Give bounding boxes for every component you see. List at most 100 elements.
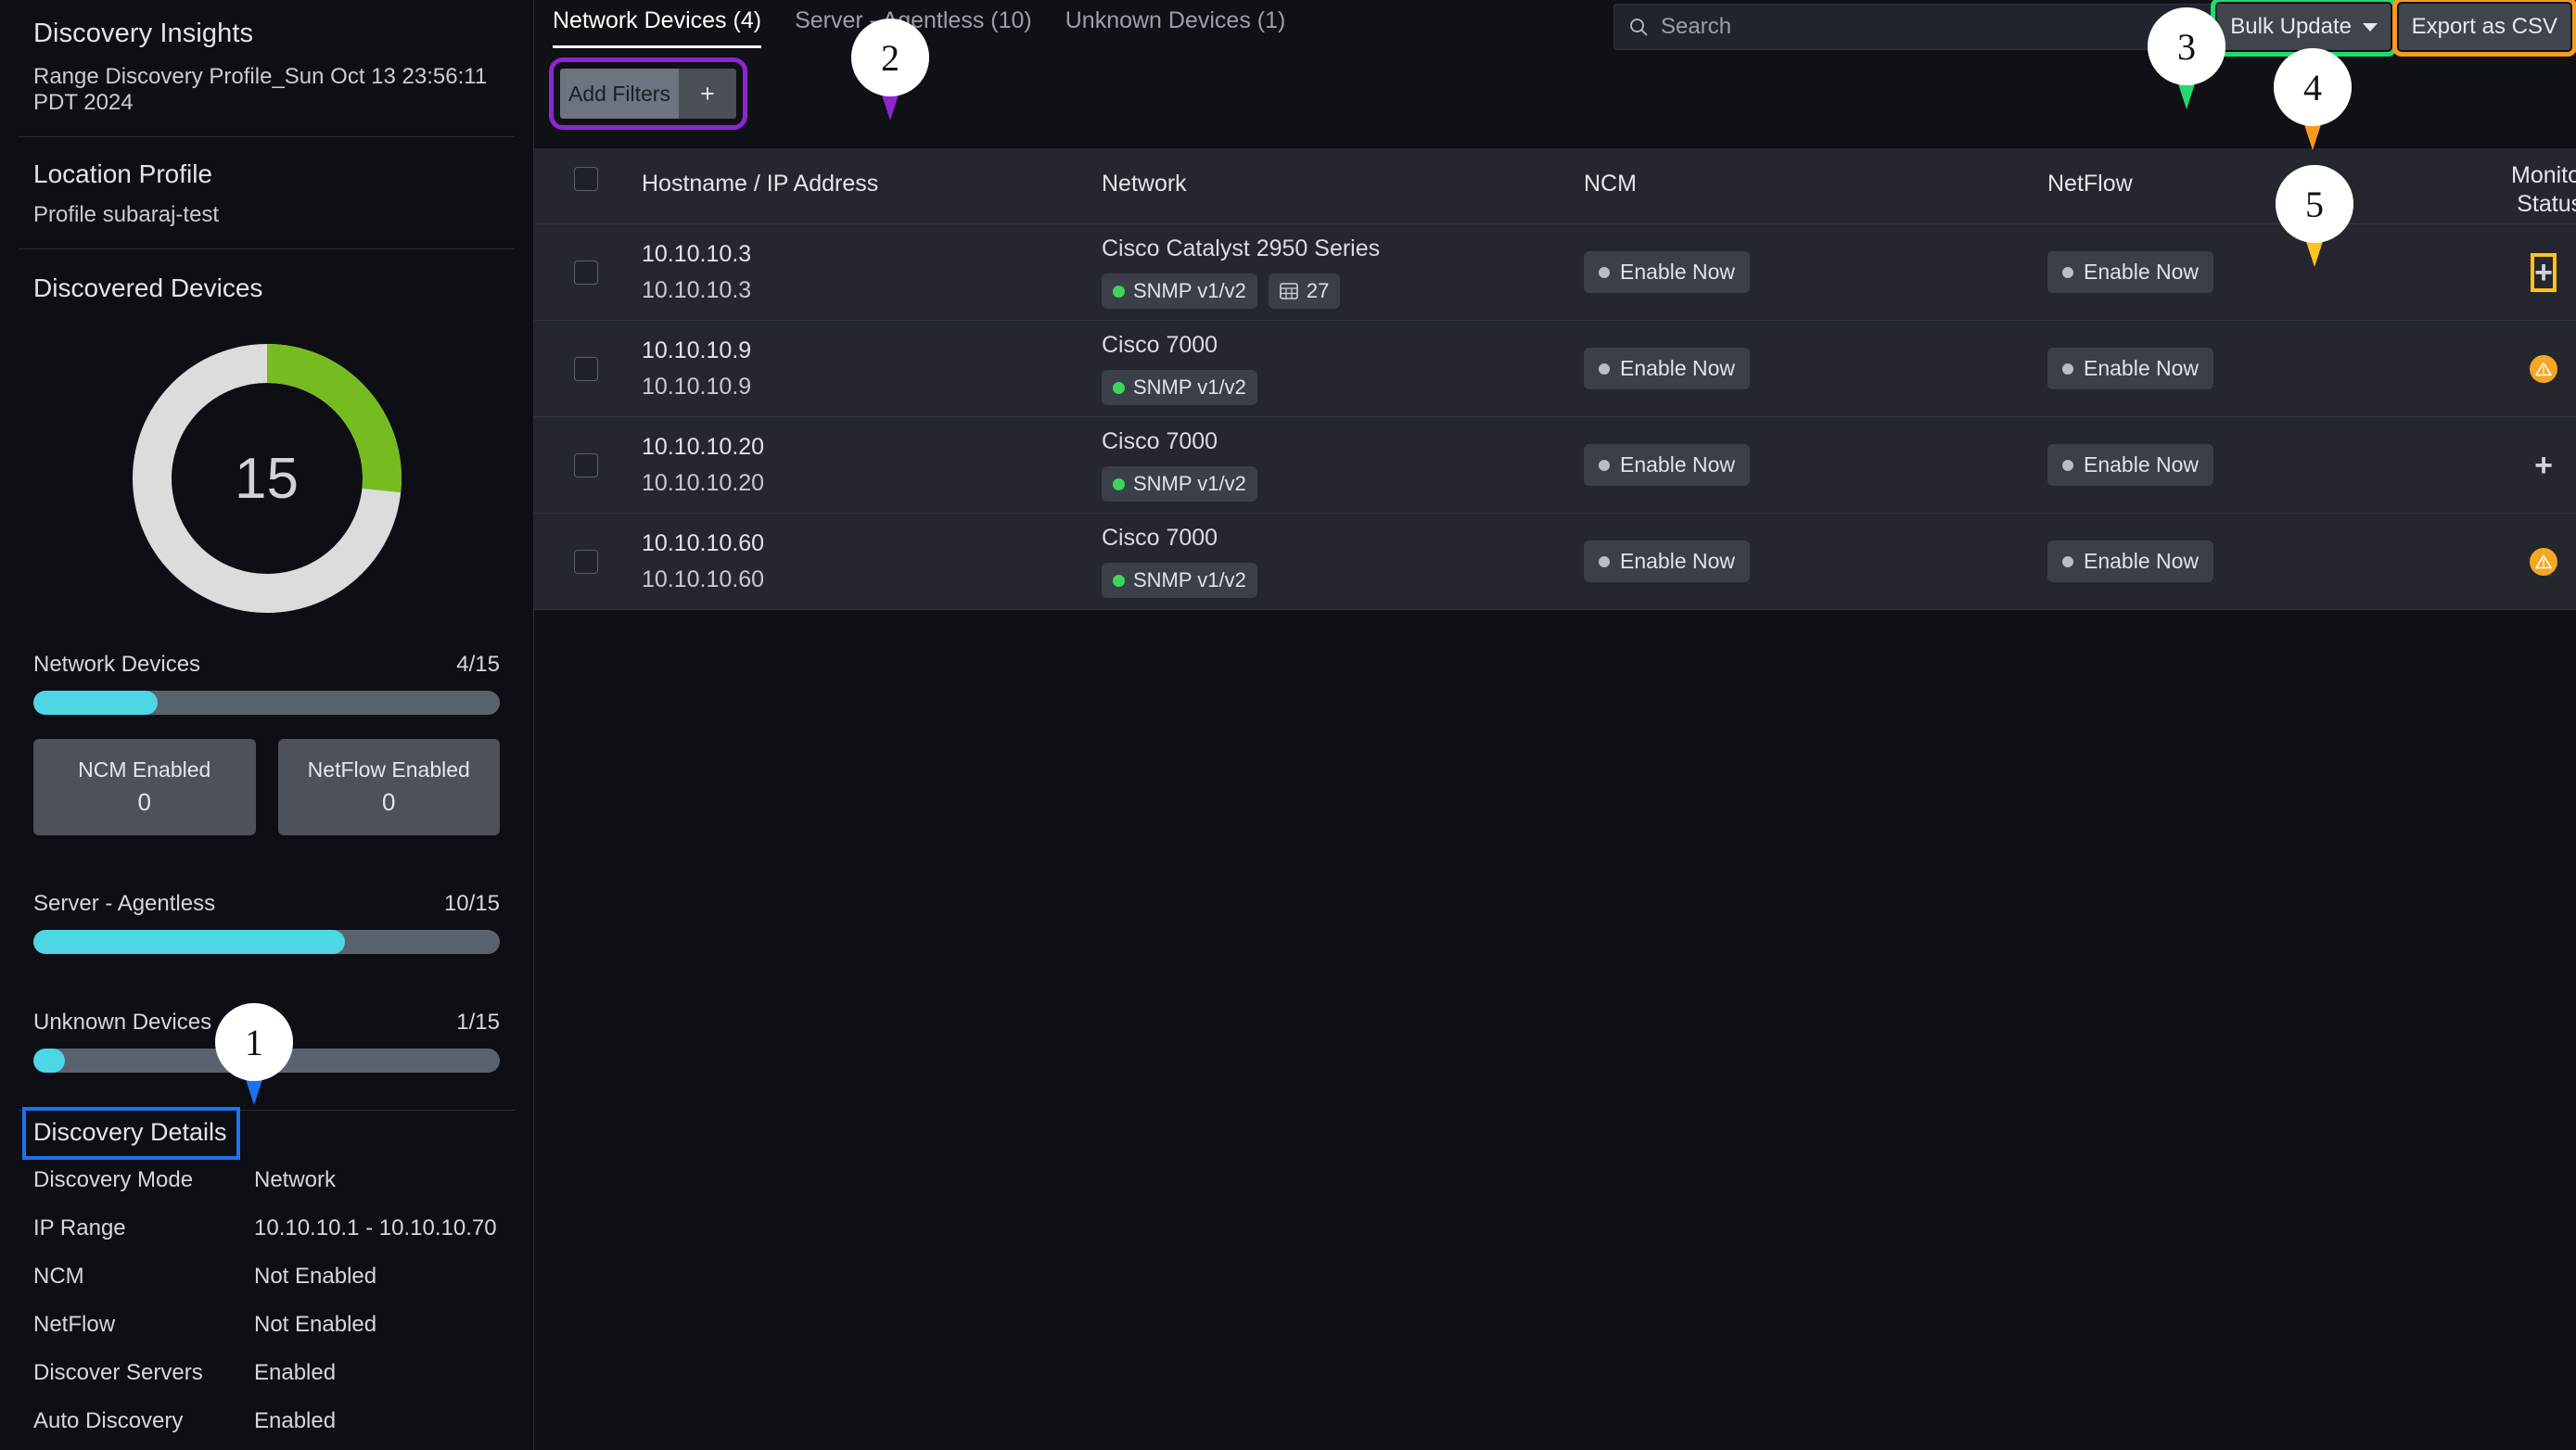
status-dot-icon: [1599, 555, 1610, 567]
progress-network-devices: Network Devices 4/15 NCM Enabled 0 NetFl…: [0, 652, 533, 835]
search-box[interactable]: [1613, 4, 2253, 50]
discovery-detail-value: Network: [254, 1167, 337, 1192]
page-title: Discovery Insights: [33, 19, 254, 48]
table-row[interactable]: 10.10.10.20 10.10.10.20 Cisco 7000 SNMP v1/…: [534, 417, 2576, 514]
location-profile-title: Location Profile: [33, 159, 213, 188]
discovery-detail-key: Discovery Mode: [33, 1167, 194, 1192]
devices-table: Hostname / IP Address Network NCM NetFlo…: [534, 148, 2576, 610]
hostname-cell: 10.10.10.9 10.10.10.9: [638, 337, 1102, 401]
port-count-label: 27: [1306, 279, 1330, 302]
table-row[interactable]: 10.10.10.60 10.10.10.60 Cisco 7000 SNMP v1/…: [534, 514, 2576, 610]
table-body: 10.10.10.3 10.10.10.3 Cisco Catalyst 2950 …: [534, 224, 2576, 610]
column-header-ncm: NCM: [1584, 171, 1637, 197]
add-monitor-icon[interactable]: +: [2534, 450, 2553, 481]
netflow-enable-now-button[interactable]: Enable Now: [2047, 541, 2214, 582]
progress-value: 1/15: [456, 1010, 500, 1035]
row-checkbox[interactable]: [574, 356, 598, 381]
discovery-detail-row: NetFlow Not Enabled: [33, 1301, 500, 1349]
ncm-enable-now-button[interactable]: Enable Now: [1584, 541, 1751, 582]
snmp-badge: SNMP v1/v2: [1102, 466, 1257, 502]
progress-fill: [33, 1049, 65, 1073]
status-dot-icon: [2062, 555, 2073, 567]
status-dot-icon: [1113, 285, 1125, 298]
sidebar-discovered-block: Discovered Devices: [0, 249, 533, 309]
snmp-badge: SNMP v1/v2: [1102, 563, 1257, 598]
hostname-value: 10.10.10.3: [642, 240, 752, 267]
progress-label: Network Devices: [33, 652, 201, 677]
netflow-enable-now-button[interactable]: Enable Now: [2047, 444, 2214, 486]
netflow-cell: Enable Now: [2047, 444, 2511, 486]
discovery-detail-value: Enabled: [254, 1408, 337, 1433]
status-dot-icon: [1113, 381, 1125, 394]
row-checkbox[interactable]: [574, 260, 598, 285]
discovery-detail-key: NetFlow: [33, 1312, 116, 1337]
netflow-enable-now-button[interactable]: Enable Now: [2047, 348, 2214, 389]
search-input[interactable]: [1661, 14, 2239, 40]
ncm-enable-now-button[interactable]: Enable Now: [1584, 444, 1751, 486]
status-dot-icon: [1599, 459, 1610, 471]
progress-value: 10/15: [443, 891, 500, 916]
sidebar-insights-block: Discovery Insights Range Discovery Profi…: [0, 0, 533, 136]
progress-label: Server - Agentless: [33, 891, 216, 916]
tab-label: Network Devices (4): [553, 7, 762, 33]
hostname-cell: 10.10.10.20 10.10.10.20: [638, 434, 1102, 497]
warning-icon[interactable]: [2530, 547, 2557, 576]
filter-bar: Add Filters +: [549, 57, 747, 130]
netflow-enable-now-button[interactable]: Enable Now: [2047, 251, 2214, 293]
monitor-status-cell: [2511, 547, 2576, 576]
bulk-update-button[interactable]: Bulk Update: [2211, 0, 2397, 57]
discovery-detail-row: Discover Servers Enabled: [33, 1349, 500, 1397]
stat-card-netflow-enabled: NetFlow Enabled 0: [277, 739, 500, 835]
tab-1[interactable]: Server - Agentless (10): [795, 7, 1032, 48]
add-filters-button[interactable]: Add Filters +: [549, 57, 747, 130]
ports-grid-icon: [1280, 283, 1298, 299]
stat-card-title: NetFlow Enabled: [307, 757, 470, 782]
snmp-badge-label: SNMP v1/v2: [1133, 472, 1246, 495]
discovery-detail-value: Not Enabled: [254, 1312, 377, 1337]
bulk-update-label: Bulk Update: [2230, 14, 2352, 39]
ncm-enable-now-button[interactable]: Enable Now: [1584, 348, 1751, 389]
hostname-cell: 10.10.10.60 10.10.10.60: [638, 530, 1102, 593]
row-select-cell: [534, 356, 638, 381]
ncm-enable-now-button[interactable]: Enable Now: [1584, 251, 1751, 293]
row-checkbox[interactable]: [574, 452, 598, 477]
status-dot-icon: [1599, 266, 1610, 278]
add-monitor-icon[interactable]: +: [2531, 252, 2557, 292]
tab-label: Server - Agentless (10): [795, 7, 1032, 33]
search-icon: [1630, 19, 1648, 36]
monitor-status-cell: +: [2511, 252, 2576, 292]
ncm-enable-now-label: Enable Now: [1620, 356, 1736, 380]
discovery-detail-row: Auto Discovery Enabled: [33, 1397, 500, 1445]
netflow-enable-now-label: Enable Now: [2084, 549, 2200, 573]
network-name: Cisco 7000: [1102, 525, 1218, 551]
warning-icon[interactable]: [2530, 354, 2557, 383]
add-filters-label: Add Filters: [560, 69, 679, 119]
network-name: Cisco 7000: [1102, 332, 1218, 358]
tab-2[interactable]: Unknown Devices (1): [1065, 7, 1286, 48]
ip-address-value: 10.10.10.3: [642, 276, 752, 303]
discovery-detail-row: Discovery Mode Network: [33, 1156, 500, 1204]
row-checkbox[interactable]: [574, 549, 598, 574]
tab-0[interactable]: Network Devices (4): [553, 7, 762, 48]
ncm-cell: Enable Now: [1584, 541, 2047, 582]
location-profile-value: Profile subaraj-test: [33, 202, 220, 227]
ip-address-value: 10.10.10.9: [642, 373, 752, 400]
ip-address-value: 10.10.10.20: [642, 469, 765, 496]
row-select-cell: [534, 549, 638, 574]
row-select-cell: [534, 260, 638, 285]
snmp-badge-label: SNMP v1/v2: [1133, 375, 1246, 399]
export-as-csv-button[interactable]: Export as CSV: [2391, 0, 2576, 57]
monitor-status-cell: +: [2511, 450, 2576, 481]
column-header-hostname: Hostname / IP Address: [642, 171, 879, 197]
select-all-checkbox[interactable]: [574, 167, 598, 191]
netflow-cell: Enable Now: [2047, 251, 2511, 293]
ncm-enable-now-label: Enable Now: [1620, 452, 1736, 477]
stat-card-title: NCM Enabled: [78, 757, 211, 782]
table-row[interactable]: 10.10.10.3 10.10.10.3 Cisco Catalyst 2950 …: [534, 224, 2576, 321]
network-cell: Cisco Catalyst 2950 Series SNMP v1/v2 27: [1102, 235, 1584, 309]
table-row[interactable]: 10.10.10.9 10.10.10.9 Cisco 7000 SNMP v1/v2…: [534, 321, 2576, 417]
discovery-insights-page: Discovery Insights Range Discovery Profi…: [0, 0, 2576, 1450]
discovered-devices-donut-chart: 15: [0, 309, 533, 631]
hostname-value: 10.10.10.20: [642, 433, 765, 460]
ip-address-value: 10.10.10.60: [642, 566, 765, 592]
